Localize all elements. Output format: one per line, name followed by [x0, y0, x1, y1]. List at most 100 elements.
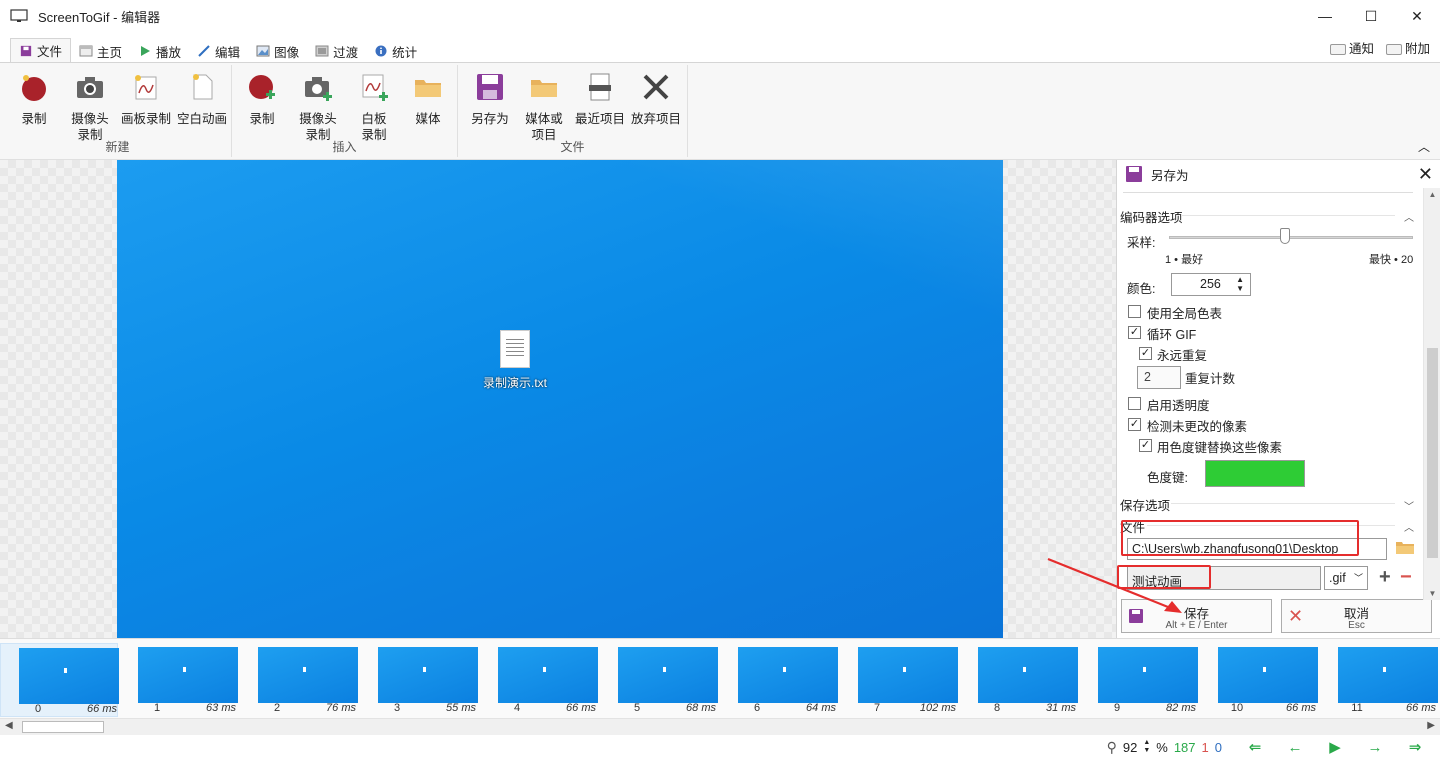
insert-recording-button[interactable]: 录制 — [234, 69, 290, 127]
chroma-replace-checkbox[interactable]: ✓ — [1139, 439, 1152, 452]
scrollbar-thumb[interactable] — [22, 721, 104, 733]
tab-label: 文件 — [37, 45, 63, 59]
colors-label: 颜色: — [1127, 282, 1156, 296]
encoder-options-header[interactable]: 编码器选项 — [1120, 207, 1183, 226]
tab-transitions[interactable]: 过渡 — [307, 40, 366, 62]
divider — [1123, 192, 1413, 193]
loop-gif-checkbox[interactable]: ✓ — [1128, 326, 1141, 339]
frame-thumbnail[interactable]: 9 82 ms — [1080, 643, 1198, 717]
close-window-button[interactable]: ✕ — [1394, 0, 1440, 32]
file-label: 录制演示.txt — [482, 376, 547, 390]
chevron-up-icon[interactable]: ︿ — [1404, 209, 1414, 224]
chevron-up-icon[interactable]: ︿ — [1404, 519, 1414, 534]
frame-thumbnail[interactable]: 5 68 ms — [600, 643, 718, 717]
new-recording-button[interactable]: 录制 — [6, 69, 62, 127]
frame-number: 0 — [34, 703, 42, 715]
current-frame: 0 — [1214, 739, 1222, 755]
tab-edit[interactable]: 编辑 — [189, 40, 248, 62]
tab-home[interactable]: 主页 — [71, 40, 130, 62]
previous-frame-icon[interactable]: ← — [1278, 739, 1312, 756]
frame-thumbnail[interactable]: 0 66 ms — [0, 643, 119, 717]
new-webcam-recording-button[interactable]: 摄像头 录制 — [62, 69, 118, 143]
scroll-down-arrow-icon[interactable]: ▼ — [1424, 589, 1440, 598]
frame-thumbnail[interactable]: 11 66 ms — [1320, 643, 1438, 717]
tab-playback[interactable]: 播放 — [130, 40, 189, 62]
tab-image[interactable]: 图像 — [248, 40, 307, 62]
transparency-checkbox[interactable] — [1128, 397, 1141, 410]
tab-label: 图像 — [274, 45, 300, 60]
extras-button[interactable]: 附加 — [1385, 38, 1430, 57]
close-panel-icon[interactable]: ✕ — [1418, 164, 1433, 185]
frame-thumbnail[interactable]: 3 55 ms — [360, 643, 478, 717]
minimize-button[interactable]: — — [1302, 0, 1348, 32]
detect-unchanged-checkbox[interactable]: ✓ — [1128, 418, 1141, 431]
selected-count: 1 — [1201, 739, 1209, 755]
save-options-header[interactable]: 保存选项 — [1120, 495, 1170, 514]
button-label: 白板 — [361, 112, 387, 126]
tab-statistics[interactable]: 统计 — [366, 40, 425, 62]
sampling-max-label: 最快 • 20 — [1369, 254, 1414, 266]
scroll-right-arrow-icon[interactable]: ▶ — [1427, 720, 1435, 731]
save-as-button[interactable]: 另存为 — [462, 69, 518, 127]
scroll-up-arrow-icon[interactable]: ▲ — [1424, 190, 1440, 199]
frame-thumbnail[interactable]: 1 63 ms — [120, 643, 238, 717]
frame-thumbnail[interactable]: 8 31 ms — [960, 643, 1078, 717]
ribbon-tabs: 文件 主页 播放 编辑 图像 过渡 统计 — [0, 38, 1440, 62]
tab-label: 播放 — [156, 45, 182, 60]
chroma-color-swatch[interactable] — [1205, 460, 1305, 487]
notifications-button[interactable]: 通知 — [1329, 38, 1374, 57]
frame-thumbnail[interactable]: 4 66 ms — [480, 643, 598, 717]
global-palette-checkbox[interactable] — [1128, 305, 1141, 318]
insert-whiteboard-recording-button[interactable]: 白板 录制 — [346, 69, 402, 143]
sampling-slider-track[interactable] — [1169, 236, 1413, 239]
repeat-count-input[interactable]: 2 — [1137, 366, 1181, 389]
frame-thumbnail[interactable]: 10 66 ms — [1200, 643, 1318, 717]
frame-filmstrip: 0 66 ms 1 63 ms 2 76 ms 3 55 ms 4 66 ms … — [0, 638, 1440, 718]
remove-minus-icon[interactable]: − — [1400, 566, 1412, 589]
recent-projects-button[interactable]: 最近项目 — [572, 69, 628, 127]
pencil-icon — [198, 45, 210, 57]
colors-stepper[interactable]: 256 ▲ ▼ — [1171, 273, 1251, 296]
browse-folder-icon[interactable] — [1395, 539, 1415, 555]
first-frame-icon[interactable]: ⇐ — [1238, 738, 1272, 756]
add-plus-icon[interactable]: + — [1379, 566, 1391, 589]
button-label: 录制 — [249, 112, 275, 126]
frame-delay: 102 ms — [919, 702, 956, 714]
sampling-slider-thumb[interactable] — [1280, 228, 1290, 244]
repeat-forever-checkbox[interactable]: ✓ — [1139, 347, 1152, 360]
chevron-down-icon[interactable]: ﹀ — [1404, 498, 1414, 513]
insert-media-button[interactable]: 媒体 — [400, 69, 456, 127]
frame-preview: 录制演示.txt — [117, 160, 1003, 638]
divider — [1181, 215, 1395, 216]
collapse-ribbon-chevron-up-icon[interactable]: ︿ — [1418, 138, 1430, 155]
frame-delay: 63 ms — [206, 702, 236, 714]
frame-thumbnail[interactable]: 6 64 ms — [720, 643, 838, 717]
notification-icon — [1329, 43, 1346, 55]
frame-thumbnail[interactable]: 7 102 ms — [840, 643, 958, 717]
zoom-value[interactable]: 92 — [1123, 740, 1137, 755]
cancel-button[interactable]: ✕ 取消 Esc — [1281, 599, 1432, 633]
new-blank-animation-button[interactable]: 空白动画 — [174, 69, 230, 127]
global-palette-label: 使用全局色表 — [1147, 307, 1223, 321]
next-frame-icon[interactable]: → — [1358, 739, 1392, 756]
stepper-arrows-icon[interactable]: ▲ ▼ — [1236, 275, 1244, 293]
play-icon[interactable]: ▶ — [1318, 738, 1352, 756]
new-board-recording-button[interactable]: 画板录制 — [118, 69, 174, 127]
frame-delay: 55 ms — [446, 702, 476, 714]
last-frame-icon[interactable]: ⇒ — [1398, 738, 1432, 756]
panel-scrollbar[interactable]: ▲ ▼ — [1423, 188, 1440, 600]
frame-delay: 82 ms — [1166, 702, 1196, 714]
maximize-button[interactable]: ☐ — [1348, 0, 1394, 32]
media-or-project-button[interactable]: 媒体或 项目 — [516, 69, 572, 143]
scroll-left-arrow-icon[interactable]: ◀ — [5, 720, 13, 731]
scrollbar-thumb[interactable] — [1427, 348, 1438, 558]
discard-project-button[interactable]: 放弃项目 — [628, 69, 684, 127]
discard-x-icon — [643, 74, 669, 100]
tab-file[interactable]: 文件 — [10, 38, 72, 62]
frame-thumbnail[interactable]: 2 76 ms — [240, 643, 358, 717]
extension-select[interactable]: .gif ﹀ — [1324, 566, 1368, 590]
zoom-stepper-icon[interactable]: ▲ ▼ — [1143, 739, 1150, 755]
filmstrip-scrollbar[interactable]: ◀ ▶ — [0, 718, 1440, 735]
insert-webcam-recording-button[interactable]: 摄像头 录制 — [290, 69, 346, 143]
group-label-insert: 插入 — [332, 140, 357, 154]
